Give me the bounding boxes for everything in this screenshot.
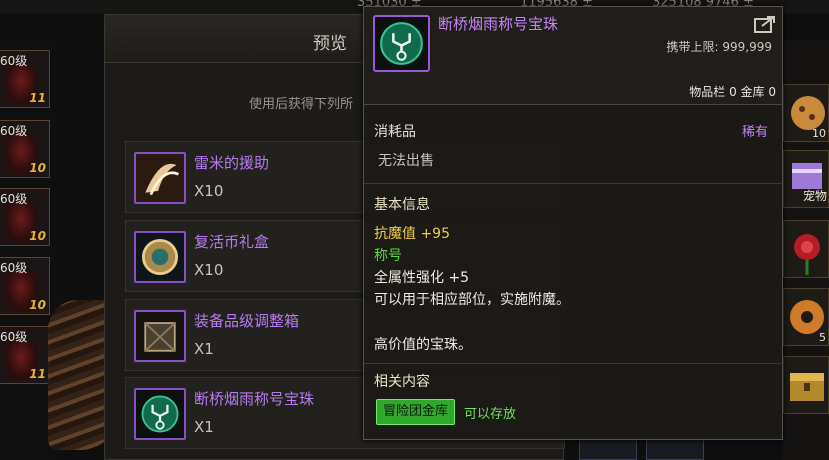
resist-stat: 抗魔值 +95 [374,226,450,242]
preview-subtitle: 使用后获得下列所 [249,97,354,112]
stat-line: 全属性强化 +5 [374,270,470,286]
reward-name: 断桥烟雨称号宝珠 [194,390,315,408]
reward-name: 复活币礼盒 [194,233,270,251]
share-icon[interactable] [754,15,776,33]
reward-name: 雷米的援助 [194,154,270,172]
character-slot[interactable]: 60级 10 [0,188,50,246]
item-type: 消耗品 [374,124,416,140]
inventory-slot[interactable] [783,220,829,278]
basic-info-heading: 基本信息 [374,197,430,213]
character-slot[interactable]: 60级 10 [0,120,50,178]
reward-quantity: X10 [194,182,224,200]
bottom-slot[interactable] [579,438,637,460]
character-badge: 10 [29,298,46,312]
description: 可以用于相应部位，实施附魔。 [374,292,570,308]
inventory-slot[interactable]: 5 [783,288,829,346]
coin-icon [134,231,186,283]
inventory-slot[interactable]: 宠物 [783,150,829,208]
crate-icon [134,310,186,362]
reward-quantity: X10 [194,261,224,279]
divider [364,363,782,364]
inventory-slot[interactable]: 10 [783,84,829,142]
inventory-slot[interactable] [783,356,829,414]
character-level: 60级 [0,192,28,206]
bottom-slot[interactable] [646,438,704,460]
orb-icon [134,388,186,440]
item-rarity: 稀有 [741,125,768,140]
inventory-column: 10 宠物 5 [783,40,829,460]
related-heading: 相关内容 [374,374,430,390]
reward-quantity: X1 [194,340,214,358]
carry-limit: 携带上限: 999,999 [666,40,772,54]
character-level: 60级 [0,330,28,344]
title-label: 称号 [374,248,402,264]
character-badge: 11 [29,367,46,381]
character-slot[interactable]: 60级 11 [0,326,50,384]
storable-status: 可以存放 [464,407,517,422]
character-level: 60级 [0,54,28,68]
reward-quantity: X1 [194,418,214,436]
rose-icon [794,234,820,275]
character-level: 60级 [0,261,28,275]
item-count: 5 [819,331,826,344]
claw-icon [134,152,186,204]
tooltip-header: 断桥烟雨称号宝珠 携带上限: 999,999 物品栏 0 金库 0 [364,7,782,105]
character-slot[interactable]: 60级 11 [0,50,50,108]
trade-restriction: 无法出售 [378,153,434,169]
character-level: 60级 [0,124,28,138]
character-slot[interactable]: 60级 10 [0,257,50,315]
item-count: 10 [812,127,826,140]
treasure-chest-icon [790,373,824,401]
divider [364,183,782,184]
item-title: 断桥烟雨称号宝珠 [438,15,559,33]
vault-button[interactable]: 冒险团金库 [376,399,456,425]
flavor-text: 高价值的宝珠。 [374,337,472,353]
character-badge: 11 [29,91,46,105]
orb-icon [373,15,430,72]
storage-count: 物品栏 0 金库 0 [689,85,776,99]
character-badge: 10 [29,229,46,243]
preview-title: 预览 [313,34,347,54]
item-tooltip: 断桥烟雨称号宝珠 携带上限: 999,999 物品栏 0 金库 0 消耗品 稀有… [363,6,783,440]
pet-label: 宠物 [802,189,827,203]
reward-name: 装备品级调整箱 [194,312,300,330]
character-badge: 10 [29,161,46,175]
